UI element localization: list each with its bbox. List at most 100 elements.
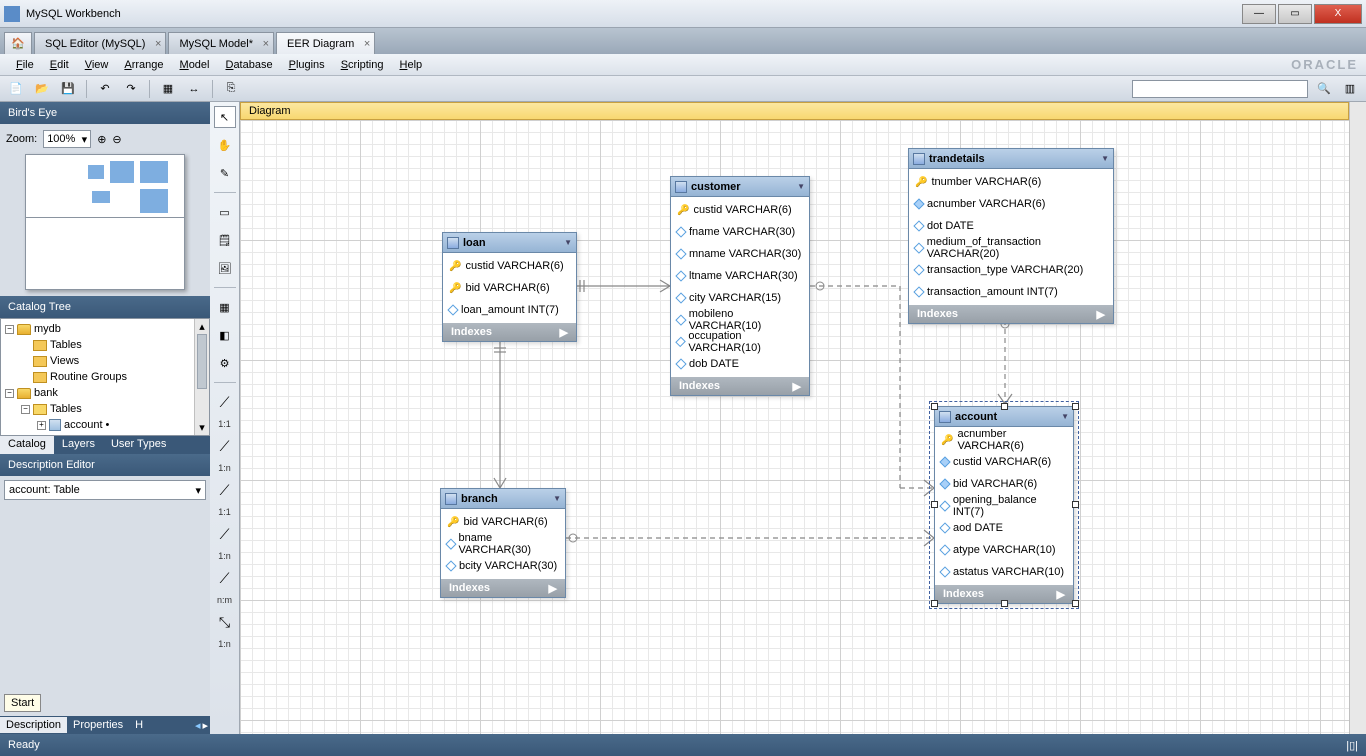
menu-arrange[interactable]: Arrange [116,57,171,73]
catalog-tab-catalog[interactable]: Catalog [0,436,54,454]
minimize-button[interactable]: — [1242,4,1276,24]
indexes-section[interactable]: Indexes▶ [671,377,809,395]
maximize-button[interactable]: ▭ [1278,4,1312,24]
desc-tab-properties[interactable]: Properties [67,717,129,733]
column[interactable]: bname VARCHAR(30) [441,533,565,555]
column[interactable]: medium_of_transaction VARCHAR(20) [909,237,1113,259]
resize-handle[interactable] [1072,501,1079,508]
rel-1-1-tool[interactable]: ⟋ [214,391,236,413]
collapse-icon[interactable]: ▼ [1101,154,1109,163]
hand-tool[interactable]: ✋ [214,134,236,156]
resize-handle[interactable] [1001,600,1008,607]
routine-tool[interactable]: ⚙ [214,352,236,374]
collapse-icon[interactable]: ▼ [553,494,561,503]
entity-header[interactable]: account▼ [935,407,1073,427]
column[interactable]: ltname VARCHAR(30) [671,265,809,287]
nav-left-icon[interactable]: ◂ [195,719,201,732]
zoom-out-icon[interactable]: ⊖ [112,133,121,146]
search-input[interactable] [1132,80,1308,98]
eraser-tool[interactable]: ✎ [214,162,236,184]
tab-sql-editor[interactable]: SQL Editor (MySQL) × [34,32,166,54]
nav-right-icon[interactable]: ▸ [202,719,208,732]
description-text[interactable] [0,504,210,716]
menu-view[interactable]: View [77,57,117,73]
column[interactable]: bid VARCHAR(6) [935,473,1073,495]
entity-header[interactable]: trandetails▼ [909,149,1113,169]
catalog-tab-usertypes[interactable]: User Types [103,436,174,454]
resize-handle[interactable] [931,501,938,508]
entity-header[interactable]: loan▼ [443,233,576,253]
table-tool[interactable]: ▦ [214,296,236,318]
tab-eer-diagram[interactable]: EER Diagram × [276,32,375,54]
rel-existing-tool[interactable]: ⤡ [214,611,236,633]
rel-1-1-nonid-tool[interactable]: ⟋ [214,479,236,501]
menu-help[interactable]: Help [392,57,431,73]
column[interactable]: transaction_amount INT(7) [909,281,1113,303]
column[interactable]: dot DATE [909,215,1113,237]
tree-item-mydb[interactable]: −mydb [3,321,207,337]
column[interactable]: dob DATE [671,353,809,375]
home-tab[interactable]: 🏠 [4,32,32,54]
zoom-combo[interactable]: 100%▾ [43,130,91,148]
note-tool[interactable]: 🗒 [214,229,236,251]
tree-item-account[interactable]: +account • [3,417,207,433]
entity-account[interactable]: account▼🔑acnumber VARCHAR(6)custid VARCH… [934,406,1074,604]
collapse-icon[interactable]: ▼ [1061,412,1069,421]
indexes-section[interactable]: Indexes▶ [443,323,576,341]
column[interactable]: 🔑custid VARCHAR(6) [671,199,809,221]
redo-button[interactable]: ↷ [121,79,141,99]
new-file-button[interactable]: 📄 [6,79,26,99]
tree-item-tables[interactable]: Tables [3,337,207,353]
grid-button[interactable]: ▦ [158,79,178,99]
desc-tab-description[interactable]: Description [0,717,67,733]
resize-handle[interactable] [931,600,938,607]
column[interactable]: custid VARCHAR(6) [935,451,1073,473]
export-button[interactable]: ⎘ [221,79,241,99]
resize-handle[interactable] [1001,403,1008,410]
column[interactable]: astatus VARCHAR(10) [935,561,1073,583]
close-icon[interactable]: × [263,38,269,50]
menu-plugins[interactable]: Plugins [281,57,333,73]
menu-scripting[interactable]: Scripting [333,57,392,73]
diagram-canvas[interactable]: loan▼ 🔑custid VARCHAR(6) 🔑bid VARCHAR(6) lo… [240,120,1349,734]
column[interactable]: mobileno VARCHAR(10) [671,309,809,331]
view-tool[interactable]: ◧ [214,324,236,346]
desc-tab-h[interactable]: H [129,717,149,733]
tree-item-branch[interactable]: +branch • [3,433,207,436]
menu-edit[interactable]: Edit [42,57,77,73]
image-tool[interactable]: 🖼 [214,257,236,279]
indexes-section[interactable]: Indexes▶ [909,305,1113,323]
close-icon[interactable]: × [155,38,161,50]
column[interactable]: 🔑bid VARCHAR(6) [441,511,565,533]
tab-mysql-model[interactable]: MySQL Model* × [168,32,274,54]
resize-handle[interactable] [1072,403,1079,410]
catalog-tree[interactable]: −mydb Tables Views Routine Groups −bank … [0,318,210,436]
menu-database[interactable]: Database [217,57,280,73]
open-file-button[interactable]: 📂 [32,79,52,99]
save-button[interactable]: 💾 [58,79,78,99]
resize-handle[interactable] [1072,600,1079,607]
zoom-in-icon[interactable]: ⊕ [97,133,106,146]
sidebar-toggle-button[interactable]: ▥ [1340,79,1360,99]
column[interactable]: fname VARCHAR(30) [671,221,809,243]
catalog-tab-layers[interactable]: Layers [54,436,103,454]
rel-1-n-tool[interactable]: ⟋ [214,435,236,457]
menu-file[interactable]: File [8,57,42,73]
indexes-section[interactable]: Indexes▶ [441,579,565,597]
tree-item-routine[interactable]: Routine Groups [3,369,207,385]
tree-scrollbar[interactable]: ▴ ▾ [194,319,209,435]
layer-tool[interactable]: ▭ [214,201,236,223]
column[interactable]: aod DATE [935,517,1073,539]
birds-eye-minimap[interactable] [25,154,185,290]
column[interactable]: loan_amount INT(7) [443,299,576,321]
column[interactable]: city VARCHAR(15) [671,287,809,309]
column[interactable]: transaction_type VARCHAR(20) [909,259,1113,281]
column[interactable]: atype VARCHAR(10) [935,539,1073,561]
menu-model[interactable]: Model [172,57,218,73]
entity-header[interactable]: customer▼ [671,177,809,197]
tree-item-bank-tables[interactable]: −Tables [3,401,207,417]
entity-customer[interactable]: customer▼🔑custid VARCHAR(6)fname VARCHAR… [670,176,810,396]
entity-header[interactable]: branch▼ [441,489,565,509]
rel-1-n-nonid-tool[interactable]: ⟋ [214,523,236,545]
search-button[interactable]: 🔍 [1314,79,1334,99]
